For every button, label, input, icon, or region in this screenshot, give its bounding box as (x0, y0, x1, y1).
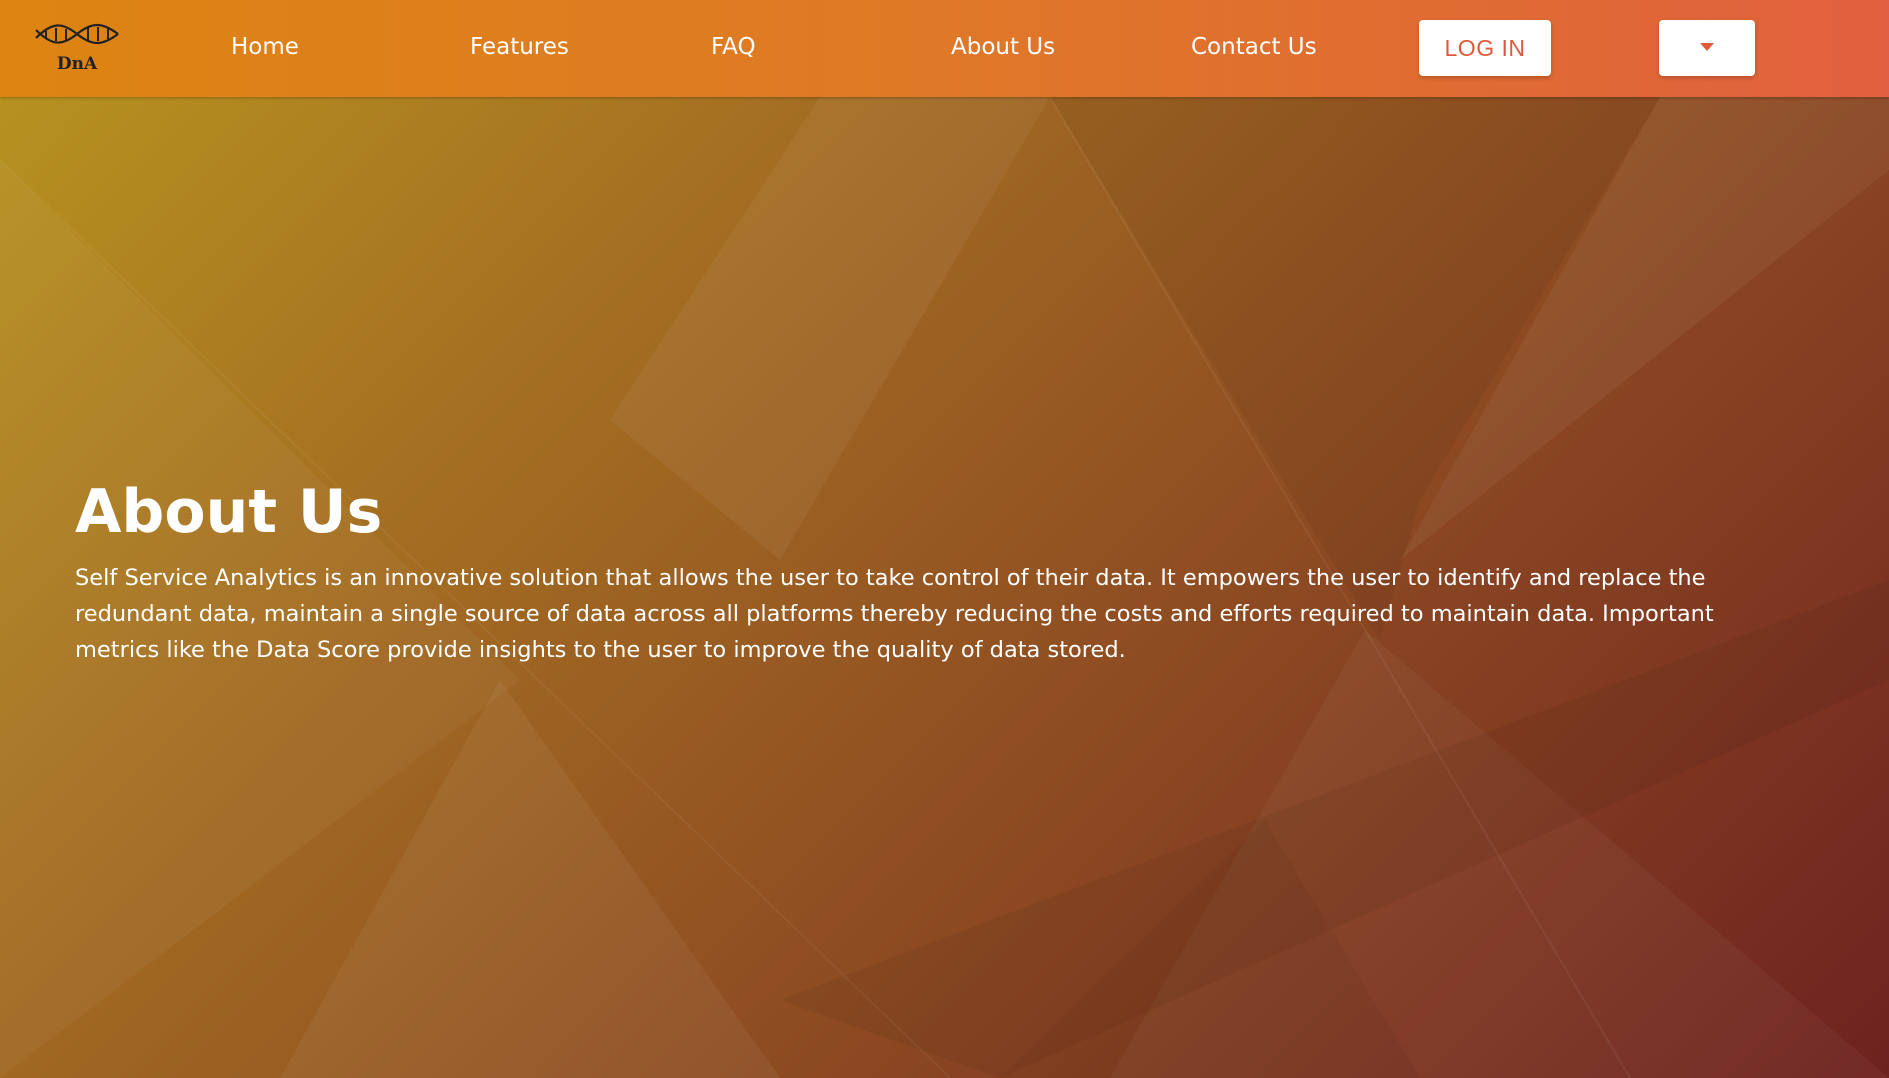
nav-link-features[interactable]: Features (470, 34, 569, 60)
dna-helix-icon (35, 23, 119, 45)
brand-logo[interactable]: DnA (32, 20, 122, 78)
nav-link-about-us[interactable]: About Us (951, 34, 1055, 60)
nav-link-home[interactable]: Home (231, 34, 299, 60)
navbar: DnA Home Features FAQ About Us Contact U… (0, 0, 1889, 97)
nav-link-contact-us[interactable]: Contact Us (1191, 34, 1317, 60)
page: DnA Home Features FAQ About Us Contact U… (0, 0, 1889, 1078)
login-button[interactable]: LOG IN (1419, 20, 1551, 76)
dropdown-button[interactable] (1659, 20, 1755, 76)
about-description: Self Service Analytics is an innovative … (75, 565, 1714, 663)
page-title: About Us (75, 477, 383, 547)
brand-name: DnA (56, 54, 98, 74)
caret-down-icon (1700, 43, 1714, 51)
nav-link-faq[interactable]: FAQ (711, 34, 756, 60)
about-section: About Us Self Service Analytics is an in… (75, 476, 1725, 668)
